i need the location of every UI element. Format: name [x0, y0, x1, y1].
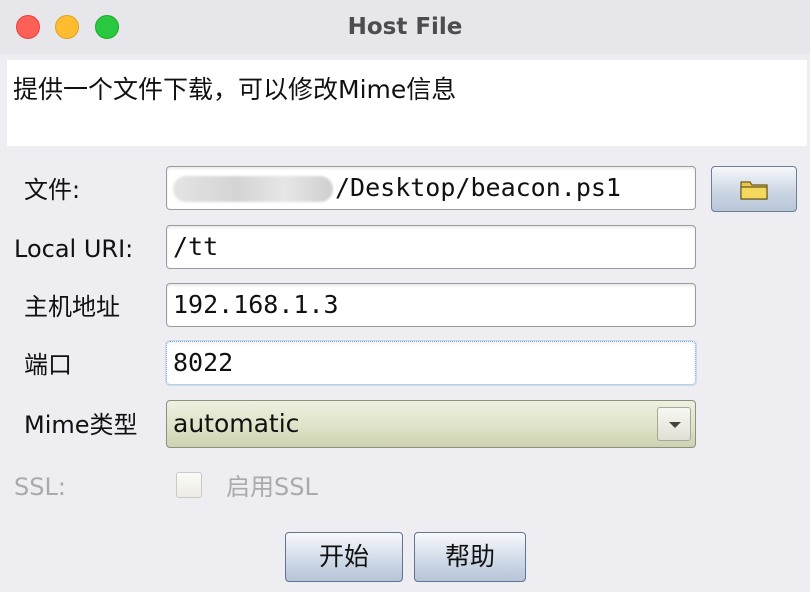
- mime-type-select[interactable]: automatic: [166, 400, 696, 448]
- file-path-field[interactable]: /Desktop/beacon.ps1: [166, 166, 696, 210]
- folder-icon: [740, 181, 768, 200]
- help-button[interactable]: 帮助: [414, 532, 526, 582]
- mime-type-value: automatic: [173, 409, 300, 438]
- ssl-checkbox[interactable]: [176, 472, 202, 498]
- chevron-down-icon[interactable]: [657, 407, 691, 441]
- start-button[interactable]: 开始: [285, 532, 403, 582]
- host-file-dialog: Host File 提供一个文件下载，可以修改Mime信息 文件: /Deskt…: [0, 0, 810, 592]
- redacted-path: [173, 176, 333, 202]
- host-field[interactable]: 192.168.1.3: [166, 283, 696, 327]
- ssl-checkbox-label: 启用SSL: [226, 473, 318, 501]
- file-path-value: /Desktop/beacon.ps1: [335, 173, 621, 202]
- port-label: 端口: [24, 351, 72, 379]
- window-title: Host File: [347, 14, 463, 40]
- ssl-label: SSL:: [14, 473, 66, 501]
- local-uri-label: Local URI:: [14, 235, 134, 263]
- port-field[interactable]: 8022: [166, 341, 696, 385]
- host-label: 主机地址: [24, 293, 120, 321]
- local-uri-field[interactable]: /tt: [166, 225, 696, 269]
- description-text: 提供一个文件下载，可以修改Mime信息: [7, 60, 807, 146]
- browse-file-button[interactable]: [711, 166, 797, 212]
- mime-type-label: Mime类型: [24, 411, 138, 439]
- file-label: 文件:: [24, 176, 81, 204]
- title-bar: Host File: [0, 0, 810, 54]
